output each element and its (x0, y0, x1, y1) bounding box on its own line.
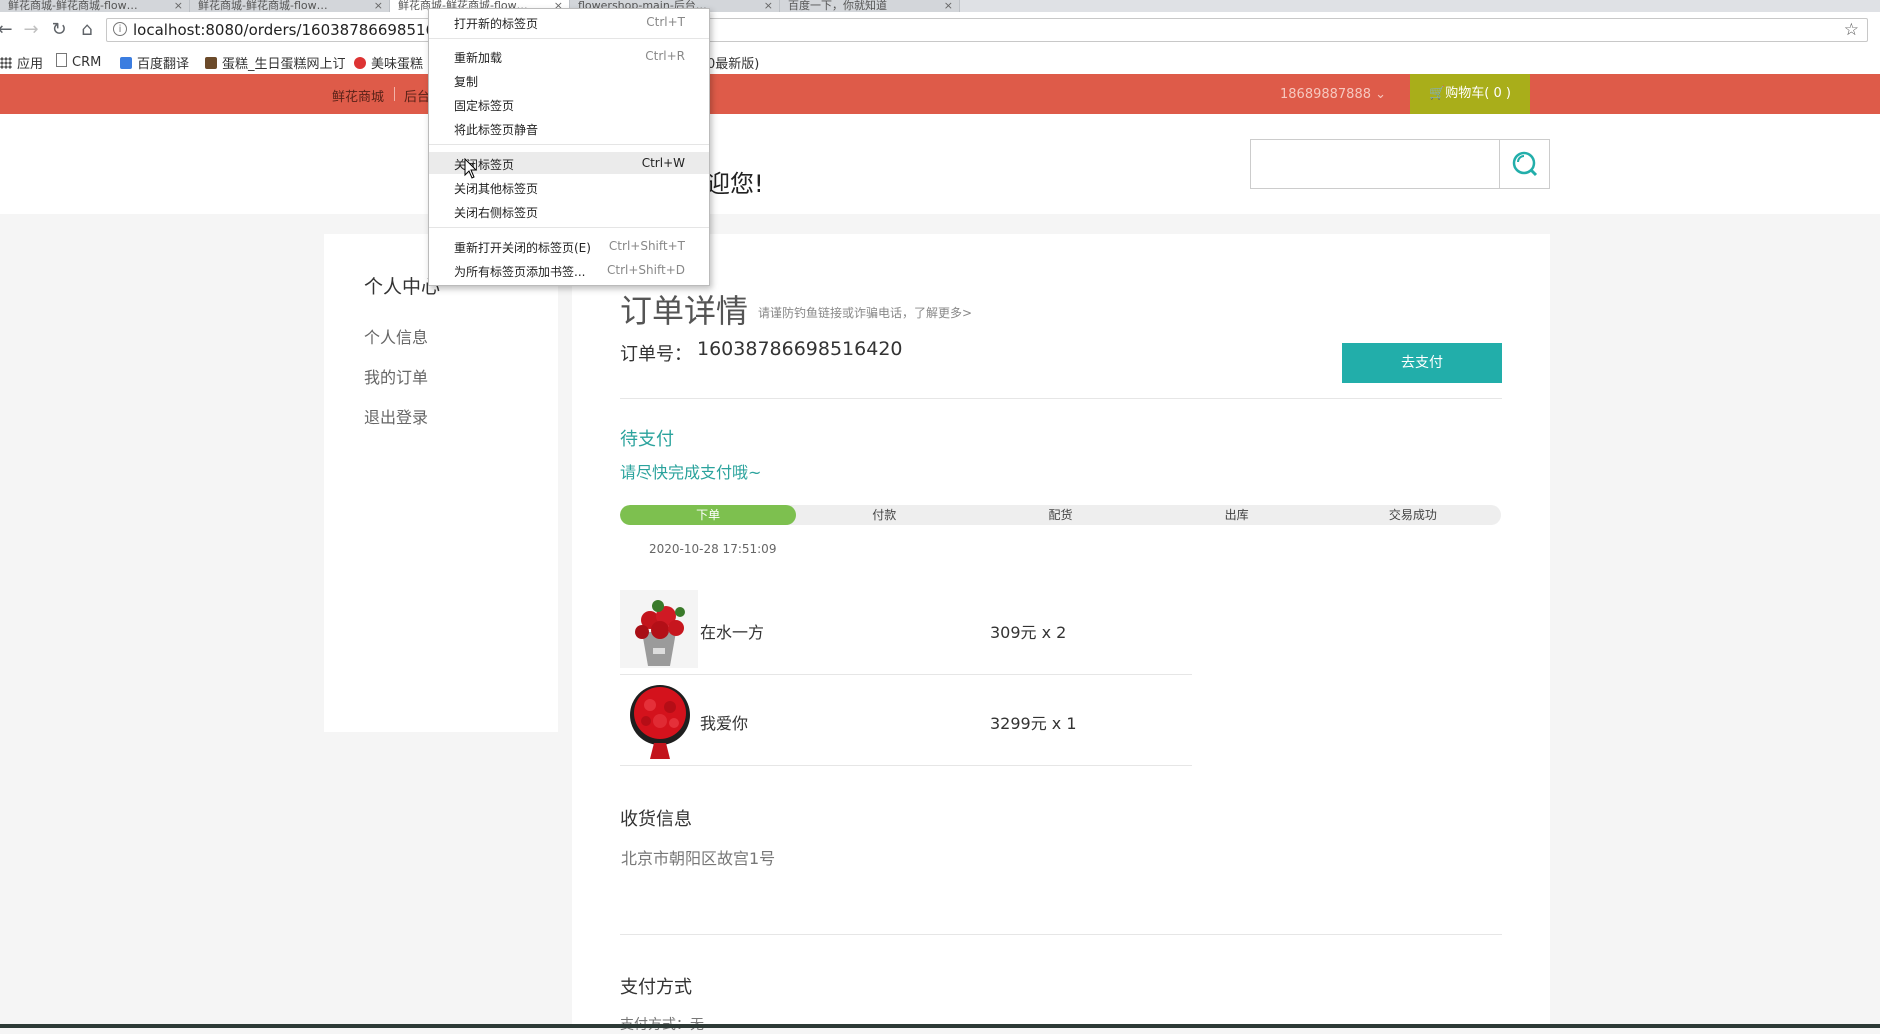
url-text: localhost:8080/orders/16038786698516420 (133, 21, 464, 39)
bookmark-tasty-cake[interactable]: 美味蛋糕 (354, 53, 423, 72)
bookmark-cake-site[interactable]: 蛋糕_生日蛋糕网上订 (205, 53, 346, 72)
fraud-tip-link[interactable]: 请谨防钓鱼链接或诈骗电话，了解更多> (758, 304, 972, 321)
cart-button[interactable]: 🛒购物车( 0 ) (1410, 74, 1530, 114)
menu-item-close-tabs-right[interactable]: 关闭右侧标签页 (429, 200, 709, 222)
divider (620, 934, 1502, 935)
tab-title: 鲜花商城-鲜花商城-flow… (8, 0, 138, 12)
tab-context-menu: 打开新的标签页 Ctrl+T 重新加载 Ctrl+R 复制 固定标签页 将此标签… (428, 8, 710, 286)
forward-arrow-icon[interactable]: → (20, 19, 42, 41)
tab-title: 鲜花商城-鲜花商城-flow… (198, 0, 328, 12)
menu-item-reload[interactable]: 重新加载 Ctrl+R (429, 45, 709, 67)
translate-icon (120, 57, 132, 69)
sidebar-item-profile[interactable]: 个人信息 (364, 324, 428, 348)
search-button[interactable] (1499, 139, 1550, 189)
apps-grid-icon (0, 57, 12, 69)
product-image (620, 590, 698, 668)
mouse-cursor-icon (464, 158, 478, 179)
menu-item-bookmark-all-tabs[interactable]: 为所有标签页添加书签... Ctrl+Shift+D (429, 259, 709, 281)
browser-tab[interactable]: 百度一下，你就知道 × (780, 0, 960, 12)
bookmarks-bar: 应用 CRM 百度翻译 蛋糕_生日蛋糕网上订 美味蛋糕 0最新版) (0, 48, 1880, 75)
bookmark-apps[interactable]: 应用 (0, 53, 43, 72)
browser-tab[interactable]: 鲜花商城-鲜花商城-flow… × (190, 0, 390, 12)
menu-item-duplicate[interactable]: 复制 (429, 69, 709, 91)
shipping-title: 收货信息 (620, 809, 692, 830)
browser-toolbar: ← → ↻ ⌂ i localhost:8080/orders/16038786… (0, 12, 1880, 49)
star-icon[interactable]: ☆ (1844, 20, 1859, 40)
taskbar-edge (0, 1024, 1880, 1028)
progress-step: 出库 (1224, 508, 1249, 522)
brand-link[interactable]: 鲜花商城 (332, 86, 384, 105)
product-price: 3299元 x 1 (990, 714, 1077, 733)
user-menu[interactable]: 18689887888 ⌄ (1280, 87, 1386, 102)
product-price: 309元 x 2 (990, 623, 1067, 642)
browser-tab[interactable]: 鲜花商城-鲜花商城-flow… × (0, 0, 190, 12)
progress-step: 交易成功 (1388, 508, 1437, 522)
order-status: 待支付 (620, 429, 674, 450)
progress-step: 配货 (1048, 508, 1073, 522)
bookmark-crm[interactable]: CRM (56, 53, 101, 70)
back-arrow-icon[interactable]: ← (0, 19, 16, 41)
home-icon[interactable]: ⌂ (76, 19, 98, 41)
divider (620, 398, 1502, 399)
order-number-label: 订单号： (620, 344, 692, 365)
welcome-text: 迎您! (706, 170, 764, 198)
info-icon[interactable]: i (113, 22, 127, 36)
product-name[interactable]: 我爱你 (700, 710, 748, 734)
order-number: 16038786698516420 (697, 338, 903, 360)
divider (394, 87, 395, 101)
menu-item-new-tab[interactable]: 打开新的标签页 Ctrl+T (429, 11, 709, 33)
cake-logo-icon (354, 57, 366, 69)
menu-item-mute-tab[interactable]: 将此标签页静音 (429, 117, 709, 139)
cake-icon (205, 57, 217, 69)
payment-title: 支付方式 (620, 977, 692, 998)
bookmark-baidu-translate[interactable]: 百度翻译 (120, 53, 189, 72)
site-header (0, 114, 1880, 214)
shipping-address: 北京市朝阳区故宫1号 (621, 849, 776, 868)
menu-separator (429, 227, 709, 228)
bookmark-latest[interactable]: 0最新版) (707, 53, 759, 72)
product-image (620, 681, 698, 759)
reload-icon[interactable]: ↻ (48, 19, 70, 41)
close-tab-icon[interactable]: × (174, 0, 183, 11)
search-input[interactable] (1250, 139, 1500, 189)
site-top-bar: 鲜花商城 后台 18689887888 ⌄ 🛒购物车( 0 ) (0, 74, 1880, 114)
order-timestamp: 2020-10-28 17:51:09 (649, 542, 777, 556)
close-tab-icon[interactable]: × (764, 0, 773, 11)
menu-item-reopen-closed-tab[interactable]: 重新打开关闭的标签页(E) Ctrl+Shift+T (429, 235, 709, 257)
cart-icon: 🛒 (1429, 86, 1446, 101)
address-bar[interactable]: i localhost:8080/orders/1603878669851642… (106, 18, 1868, 42)
search-icon (1512, 151, 1538, 177)
user-center-sidebar: 个人中心 个人信息 我的订单 退出登录 (324, 234, 558, 732)
progress-step: 付款 (872, 508, 897, 522)
admin-link[interactable]: 后台 (404, 86, 430, 105)
order-item-row: 在水一方 309元 x 2 (620, 585, 1192, 675)
order-item-row: 我爱你 3299元 x 1 (620, 676, 1192, 766)
page-icon (56, 53, 67, 67)
menu-separator (429, 144, 709, 145)
order-status-hint: 请尽快完成支付哦~ (620, 463, 762, 482)
menu-separator (429, 38, 709, 39)
page-title: 订单详情 (620, 292, 749, 330)
tab-strip: 鲜花商城-鲜花商城-flow… × 鲜花商城-鲜花商城-flow… × 鲜花商城… (0, 0, 1880, 12)
chevron-down-icon: ⌄ (1375, 87, 1387, 102)
close-tab-icon[interactable]: × (374, 0, 383, 11)
progress-step: 下单 (696, 508, 721, 522)
menu-item-pin-tab[interactable]: 固定标签页 (429, 93, 709, 115)
sidebar-item-orders[interactable]: 我的订单 (364, 364, 428, 388)
pay-button[interactable]: 去支付 (1342, 343, 1502, 383)
close-tab-icon[interactable]: × (944, 0, 953, 11)
tab-title: 百度一下，你就知道 (788, 0, 887, 12)
product-name[interactable]: 在水一方 (700, 619, 764, 643)
sidebar-item-logout[interactable]: 退出登录 (364, 404, 428, 428)
order-progress-bar: 下单 付款 配货 出库 交易成功 (620, 505, 1501, 525)
